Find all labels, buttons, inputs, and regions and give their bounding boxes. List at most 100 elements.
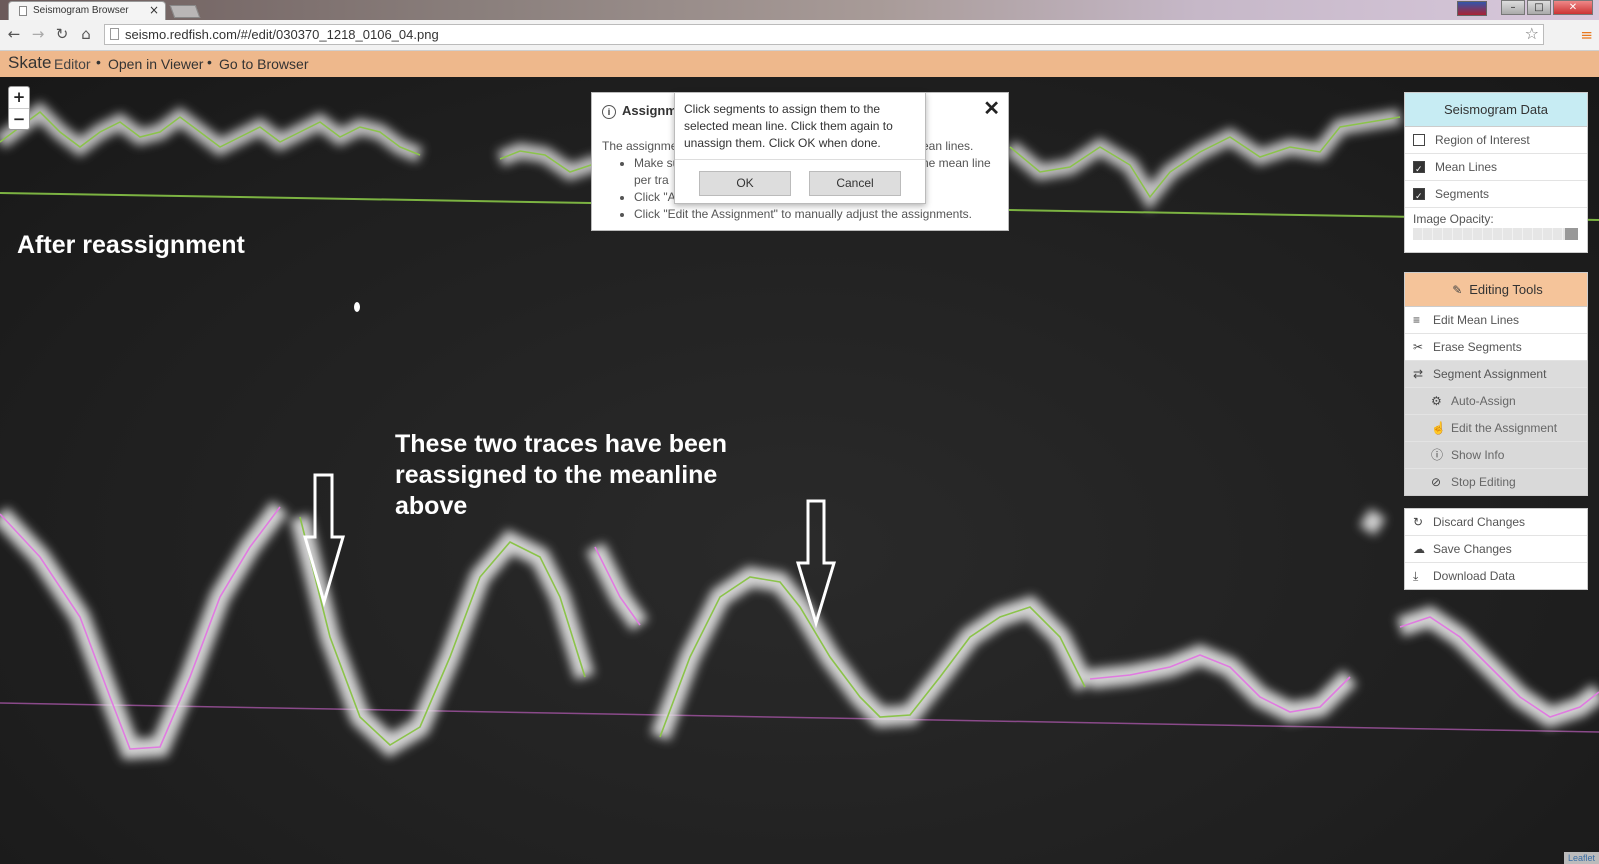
checkbox[interactable] [1413, 156, 1425, 182]
mouse-cursor [354, 302, 360, 312]
item-label: Edit the Assignment [1451, 421, 1558, 435]
segments-option[interactable]: Segments [1405, 181, 1587, 209]
list-item: Click "Edit the Assignment" to manually … [634, 206, 1014, 223]
item-label: Edit Mean Lines [1433, 313, 1520, 327]
browser-tabstrip: Seismogram Browser × – □ ✕ [0, 0, 1599, 20]
editing-tools-title: ✎ Editing Tools [1405, 273, 1587, 307]
browser-toolbar: ← → ↻ ⌂ seismo.redfish.com/#/edit/030370… [0, 20, 1599, 51]
go-to-browser-link[interactable]: Go to Browser [219, 56, 308, 72]
scissors-icon: ✂ [1413, 340, 1424, 354]
back-icon[interactable]: ← [5, 25, 23, 43]
show-info-button[interactable]: ⓘ Show Info [1405, 442, 1587, 469]
browser-menu-icon[interactable]: ≡ [1580, 26, 1593, 44]
minimize-button[interactable]: – [1501, 0, 1525, 15]
page-icon [19, 6, 27, 16]
slider-handle[interactable] [1565, 228, 1578, 240]
erase-segments-button[interactable]: ✂ Erase Segments [1405, 334, 1587, 361]
cancel-button[interactable]: Cancel [809, 171, 901, 196]
annotation-top: After reassignment [17, 231, 245, 259]
download-icon: ⤓ [1413, 569, 1419, 583]
popup-divider [675, 159, 925, 160]
leaflet-attribution[interactable]: Leaflet [1563, 852, 1599, 864]
ok-button[interactable]: OK [699, 171, 791, 196]
nav-separator: • [96, 54, 101, 70]
info-dialog-title: i Assignme [602, 103, 684, 119]
cloud-icon: ☁ [1413, 542, 1425, 556]
language-flag-icon [1457, 1, 1487, 16]
item-label: Auto-Assign [1451, 394, 1516, 408]
trace-glow-bottom [0, 501, 1599, 760]
swap-icon: ⇄ [1413, 367, 1424, 381]
app-navbar: Skate Editor • Open in Viewer • Go to Br… [0, 51, 1599, 77]
download-data-button[interactable]: ⤓ Download Data [1405, 563, 1587, 589]
stop-editing-button[interactable]: ⊘ Stop Editing [1405, 469, 1587, 495]
zoom-in-button[interactable]: + [9, 87, 29, 108]
option-label: Segments [1435, 187, 1490, 201]
forward-icon[interactable]: → [29, 25, 47, 43]
info-icon: i [602, 105, 616, 119]
segment-assignment-button[interactable]: ⇄ Segment Assignment [1405, 361, 1587, 388]
tab-title: Seismogram Browser [33, 5, 129, 16]
item-label: Erase Segments [1433, 340, 1522, 354]
region-of-interest-option[interactable]: Region of Interest [1405, 127, 1587, 154]
editing-tools-title-text: Editing Tools [1469, 282, 1543, 297]
actions-panel: ↻ Discard Changes ☁ Save Changes ⤓ Download… [1404, 508, 1588, 590]
url-text: seismo.redfish.com/#/edit/030370_1218_01… [125, 27, 439, 42]
item-label: Save Changes [1433, 542, 1512, 556]
info-intro-right: ean lines. [922, 139, 974, 153]
open-in-viewer-link[interactable]: Open in Viewer [108, 56, 203, 72]
seismogram-data-title: Seismogram Data [1405, 93, 1587, 127]
save-changes-button[interactable]: ☁ Save Changes [1405, 536, 1587, 563]
info-intro: The assignme [602, 139, 678, 153]
segments-bottom [0, 506, 1599, 750]
popup-message: Click segments to assign them to the sel… [684, 102, 893, 150]
page-icon [110, 28, 119, 40]
brand-sub: Editor [54, 56, 91, 72]
home-icon[interactable]: ⌂ [77, 25, 95, 43]
auto-assign-button[interactable]: ⚙ Auto-Assign [1405, 388, 1587, 415]
new-tab-button[interactable] [169, 5, 201, 18]
editing-tools-panel: ✎ Editing Tools ≡ Edit Mean Lines ✂ Erase S… [1404, 272, 1588, 496]
edit-assignment-button[interactable]: ☝ Edit the Assignment [1405, 415, 1587, 442]
bookmark-star-icon[interactable]: ☆ [1525, 24, 1539, 43]
window-close-button[interactable]: ✕ [1553, 0, 1593, 15]
seismogram-data-panel: Seismogram Data Region of Interest Mean … [1404, 92, 1588, 253]
gear-icon: ⚙ [1431, 394, 1442, 408]
assignment-popup: Click segments to assign them to the sel… [674, 92, 926, 204]
item-label: Segment Assignment [1433, 367, 1547, 381]
nav-separator: • [207, 54, 212, 70]
option-label: Region of Interest [1435, 133, 1530, 147]
zoom-control: + − [8, 86, 30, 130]
address-bar[interactable]: seismo.redfish.com/#/edit/030370_1218_01… [104, 24, 1544, 45]
ban-icon: ⊘ [1431, 475, 1442, 489]
option-label: Mean Lines [1435, 160, 1498, 174]
maximize-button[interactable]: □ [1527, 0, 1551, 15]
pencil-icon: ✎ [1452, 283, 1463, 297]
reload-icon[interactable]: ↻ [53, 25, 71, 43]
item-label: Download Data [1433, 569, 1516, 583]
item-label: Show Info [1451, 448, 1505, 462]
mean-lines-option[interactable]: Mean Lines [1405, 154, 1587, 182]
close-icon[interactable]: ✕ [983, 96, 1000, 121]
hand-icon: ☝ [1431, 421, 1446, 435]
list-icon: ≡ [1413, 313, 1421, 327]
refresh-icon: ↻ [1413, 515, 1424, 529]
browser-tab[interactable]: Seismogram Browser × [8, 1, 166, 20]
annotation-bottom: These two traces have been reassigned to… [395, 430, 728, 520]
window-controls: – □ ✕ [1501, 0, 1593, 16]
item-label: Discard Changes [1433, 515, 1526, 529]
edit-mean-lines-button[interactable]: ≡ Edit Mean Lines [1405, 307, 1587, 334]
info-icon: ⓘ [1431, 448, 1444, 462]
opacity-label: Image Opacity: [1413, 212, 1494, 226]
brand-logo[interactable]: Skate [8, 53, 51, 73]
close-tab-icon[interactable]: × [149, 3, 159, 17]
item-label: Stop Editing [1451, 475, 1516, 489]
opacity-slider[interactable] [1413, 228, 1578, 240]
mean-line-bottom [0, 702, 1599, 733]
info-extra: ne mean line [922, 156, 991, 170]
checkbox[interactable] [1413, 133, 1425, 146]
checkbox[interactable] [1413, 183, 1425, 209]
discard-changes-button[interactable]: ↻ Discard Changes [1405, 509, 1587, 536]
zoom-out-button[interactable]: − [9, 108, 29, 130]
image-opacity-control: Image Opacity: [1405, 208, 1587, 252]
